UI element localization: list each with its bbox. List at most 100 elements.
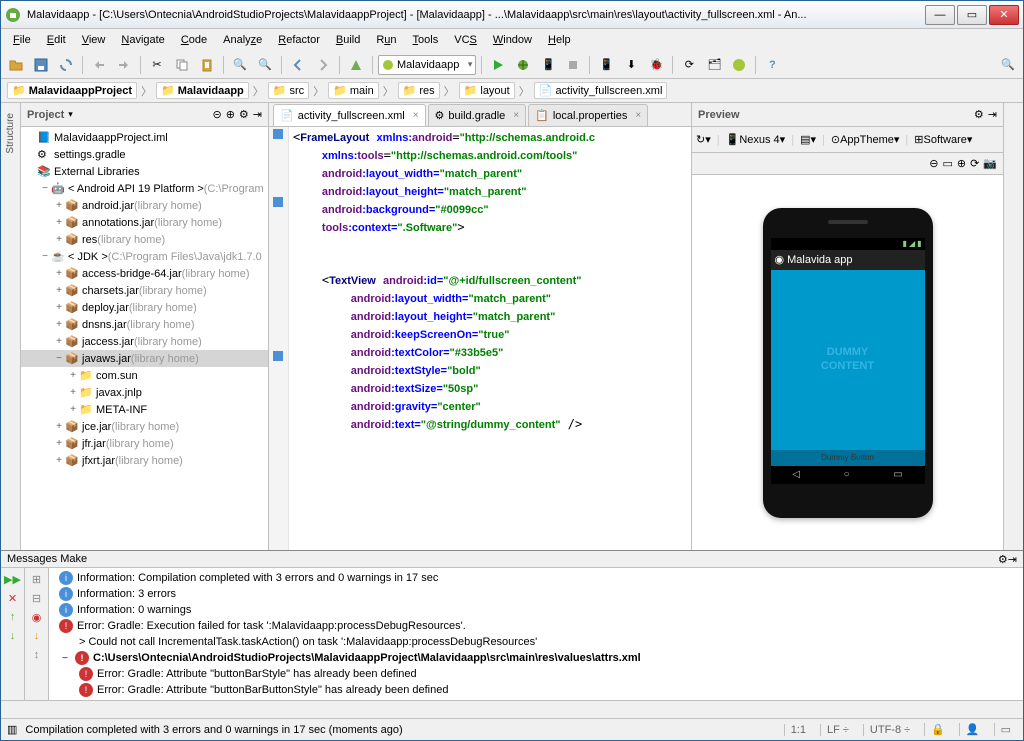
android-icon[interactable]	[728, 54, 750, 76]
undo-icon[interactable]	[88, 54, 110, 76]
tool-window-icon[interactable]: ▥	[7, 723, 17, 736]
gear-icon[interactable]: ⚙	[974, 108, 984, 121]
render-combo[interactable]: ⊞Software▾	[914, 133, 972, 146]
copy-icon[interactable]	[171, 54, 193, 76]
messages-list[interactable]: iInformation: Compilation completed with…	[49, 568, 1023, 700]
back-icon[interactable]	[287, 54, 309, 76]
autoscroll-icon[interactable]: ↕	[29, 647, 45, 663]
tree-row[interactable]: +📁META-INF	[21, 401, 268, 418]
structure-tab[interactable]: Structure	[3, 107, 18, 160]
menu-refactor[interactable]: Refactor	[272, 32, 326, 48]
message-row[interactable]: !Error: Gradle: Attribute "buttonBarButt…	[53, 682, 1019, 698]
close-tab-icon[interactable]: ×	[513, 110, 519, 121]
breadcrumb-item[interactable]: 📁 MalavidaappProject	[7, 82, 137, 99]
menu-help[interactable]: Help	[542, 32, 577, 48]
project-structure-icon[interactable]: 🗂	[703, 54, 725, 76]
tree-row[interactable]: −☕< JDK > (C:\Program Files\Java\jdk1.7.…	[21, 248, 268, 265]
menu-analyze[interactable]: Analyze	[217, 32, 268, 48]
menu-view[interactable]: View	[76, 32, 112, 48]
code-editor[interactable]: <FrameLayout xmlns:android="http://schem…	[269, 127, 691, 550]
zoom-fit-icon[interactable]: ▭	[942, 157, 952, 170]
monitor-icon[interactable]: 🐞	[645, 54, 667, 76]
up-icon[interactable]: ↑	[5, 609, 21, 625]
tree-row[interactable]: ⚙settings.gradle	[21, 146, 268, 163]
hide-icon[interactable]: ⇥	[253, 108, 262, 121]
message-row[interactable]: !Error: Gradle: Execution failed for tas…	[53, 618, 1019, 634]
stop-icon[interactable]: ✕	[5, 590, 21, 606]
minimize-button[interactable]: —	[925, 5, 955, 25]
breadcrumb-item[interactable]: 📄 activity_fullscreen.xml	[534, 82, 668, 99]
message-row[interactable]: iInformation: 0 warnings	[53, 602, 1019, 618]
orientation-icon[interactable]: ↻▾	[696, 133, 711, 146]
gear-icon[interactable]: ⚙	[998, 553, 1008, 566]
tree-row[interactable]: 📚External Libraries	[21, 163, 268, 180]
tab-local-properties[interactable]: 📋local.properties×	[528, 104, 648, 126]
tree-row[interactable]: +📦jaccess.jar (library home)	[21, 333, 268, 350]
help-icon[interactable]: ?	[761, 54, 783, 76]
config-icon[interactable]: ▤▾	[800, 133, 816, 146]
tree-row[interactable]: +📦jce.jar (library home)	[21, 418, 268, 435]
sdk-icon[interactable]: ⬇	[620, 54, 642, 76]
redo-icon[interactable]	[113, 54, 135, 76]
breadcrumb-item[interactable]: 📁 main	[328, 82, 379, 99]
menu-run[interactable]: Run	[370, 32, 402, 48]
breadcrumb-item[interactable]: 📁 Malavidaapp	[156, 82, 249, 99]
caret-pos[interactable]: 1:1	[784, 724, 812, 736]
mem-icon[interactable]: ▭	[994, 723, 1017, 736]
menu-build[interactable]: Build	[330, 32, 366, 48]
tree-row[interactable]: +📦deploy.jar (library home)	[21, 299, 268, 316]
collapse-icon[interactable]: ⊟	[29, 590, 45, 606]
down-icon[interactable]: ↓	[5, 628, 21, 644]
close-button[interactable]: ✕	[989, 5, 1019, 25]
breadcrumb-item[interactable]: 📁 src	[268, 82, 309, 99]
sync-icon[interactable]	[55, 54, 77, 76]
breadcrumb-item[interactable]: 📁 res	[398, 82, 440, 99]
refresh-icon[interactable]: ⟳	[970, 157, 979, 170]
close-tab-icon[interactable]: ×	[635, 110, 641, 121]
git-icon[interactable]: 🔒	[924, 723, 951, 736]
save-icon[interactable]	[30, 54, 52, 76]
hide-icon[interactable]: ⇥	[988, 108, 997, 121]
collapse-icon[interactable]: ⊝	[212, 108, 221, 121]
tree-row[interactable]: +📦android.jar (library home)	[21, 197, 268, 214]
menu-tools[interactable]: Tools	[407, 32, 445, 48]
message-row[interactable]: iInformation: Compilation completed with…	[53, 570, 1019, 586]
tree-row[interactable]: +📦charsets.jar (library home)	[21, 282, 268, 299]
tree-row[interactable]: +📦access-bridge-64.jar (library home)	[21, 265, 268, 282]
message-row[interactable]: !Error: Gradle: Attribute "buttonBarStyl…	[53, 666, 1019, 682]
menu-file[interactable]: File	[7, 32, 37, 48]
gradle-sync-icon[interactable]: ⟳	[678, 54, 700, 76]
menu-window[interactable]: Window	[487, 32, 538, 48]
open-icon[interactable]	[5, 54, 27, 76]
menu-edit[interactable]: Edit	[41, 32, 72, 48]
line-ending[interactable]: LF ÷	[820, 724, 855, 736]
tab-build-gradle[interactable]: ⚙build.gradle×	[428, 104, 527, 126]
menu-navigate[interactable]: Navigate	[115, 32, 170, 48]
tree-row[interactable]: +📦jfr.jar (library home)	[21, 435, 268, 452]
find-icon[interactable]: 🔍	[229, 54, 251, 76]
tree-row[interactable]: +📦res (library home)	[21, 231, 268, 248]
tree-row[interactable]: +📦annotations.jar (library home)	[21, 214, 268, 231]
filter-warn-icon[interactable]: ◉	[29, 609, 45, 625]
run-icon[interactable]	[487, 54, 509, 76]
attach-debugger-icon[interactable]: 📱	[537, 54, 559, 76]
settings-icon[interactable]: ⚙	[239, 108, 249, 121]
export-icon[interactable]: ↓	[29, 628, 45, 644]
tree-row[interactable]: 📘MalavidaappProject.iml	[21, 129, 268, 146]
tree-row[interactable]: −🤖< Android API 19 Platform > (C:\Progra…	[21, 180, 268, 197]
message-row[interactable]: −!C:\Users\Ontecnia\AndroidStudioProject…	[53, 650, 1019, 666]
locate-icon[interactable]: ⊕	[226, 108, 235, 121]
paste-icon[interactable]	[196, 54, 218, 76]
tree-row[interactable]: +📦jfxrt.jar (library home)	[21, 452, 268, 469]
tree-row[interactable]: +📁com.sun	[21, 367, 268, 384]
replace-icon[interactable]: 🔍	[254, 54, 276, 76]
tree-row[interactable]: −📦javaws.jar (library home)	[21, 350, 268, 367]
project-tree[interactable]: 📘MalavidaappProject.iml⚙settings.gradle📚…	[21, 127, 268, 550]
zoom-in-icon[interactable]: ⊕	[957, 157, 966, 170]
zoom-out-icon[interactable]: ⊖	[929, 157, 938, 170]
stop-icon[interactable]	[562, 54, 584, 76]
capture-icon[interactable]: 📷	[983, 157, 997, 170]
theme-combo[interactable]: ⊙AppTheme▾	[831, 133, 900, 146]
forward-icon[interactable]	[312, 54, 334, 76]
close-tab-icon[interactable]: ×	[413, 110, 419, 121]
